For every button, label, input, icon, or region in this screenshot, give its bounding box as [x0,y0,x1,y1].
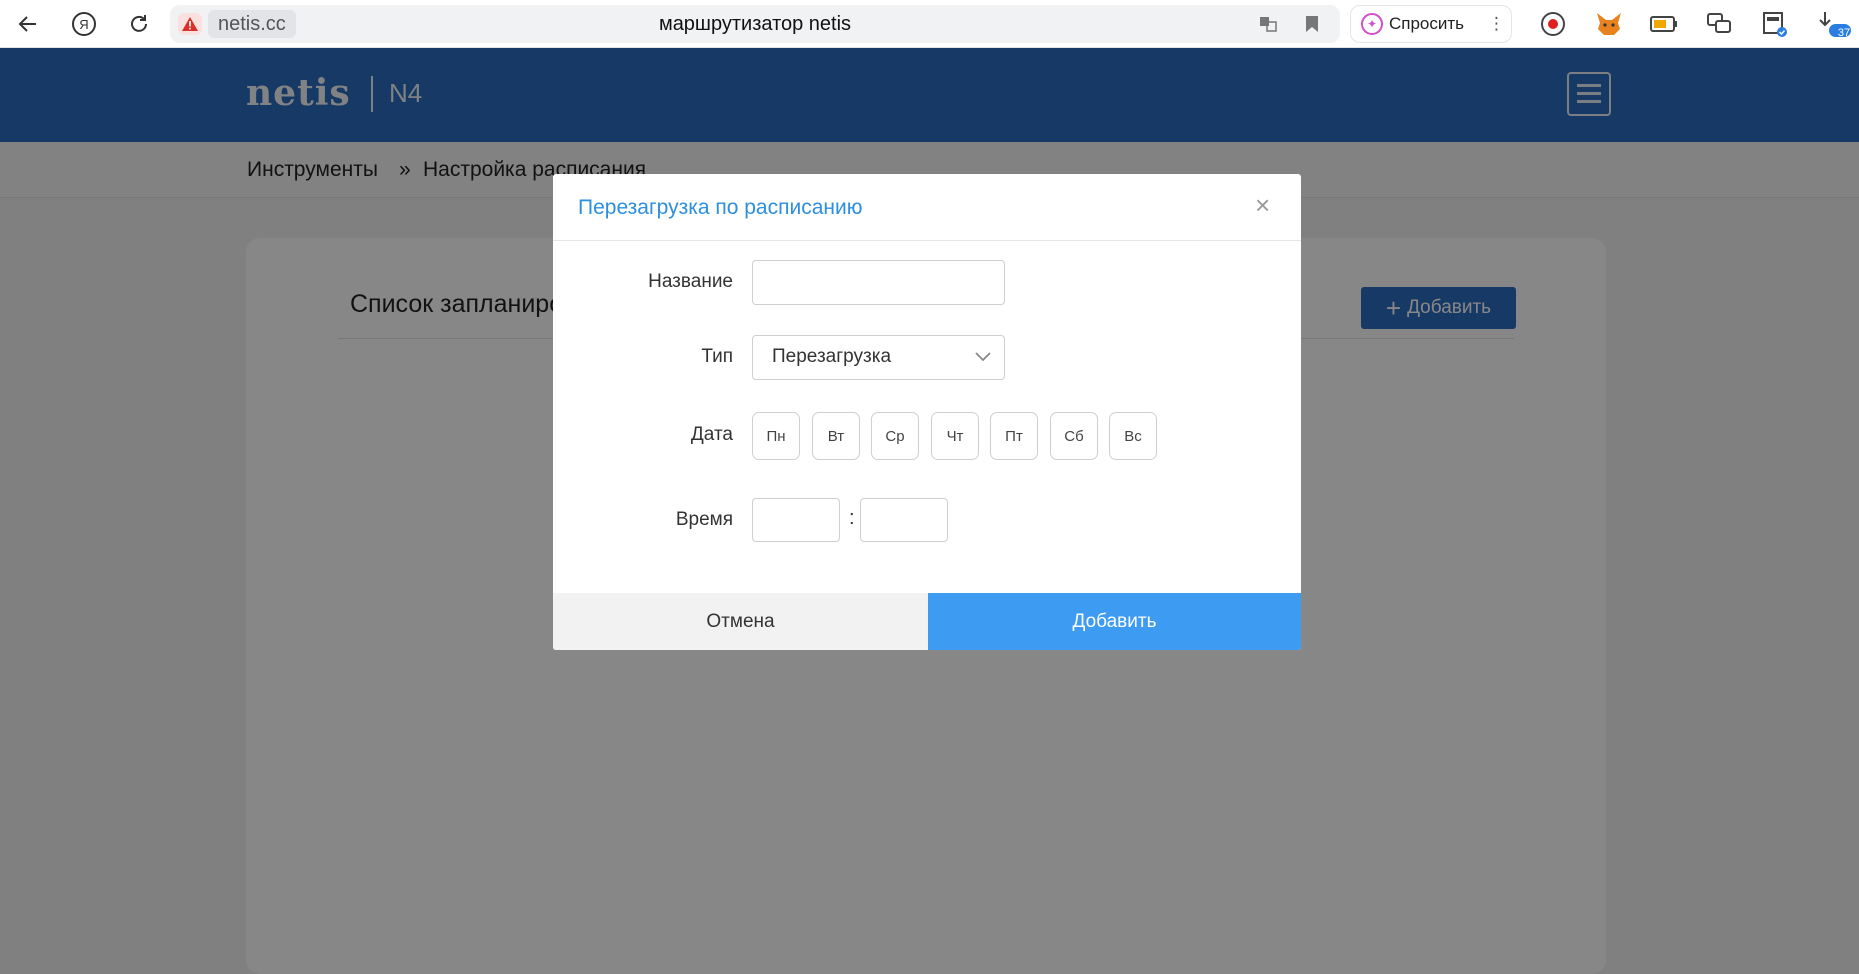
reload-icon[interactable] [123,8,155,40]
chevron-down-icon [975,352,991,362]
time-separator: : [849,507,855,529]
cancel-button[interactable]: Отмена [553,593,928,650]
browser-toolbar: Я netis.cc маршрутизатор netis ✦ Спросит… [0,0,1859,48]
address-bar[interactable]: netis.cc маршрутизатор netis [170,5,1340,43]
time-label: Время [675,509,733,530]
day-saturday[interactable]: Сб [1050,412,1098,460]
type-select[interactable]: Перезагрузка [752,335,1005,380]
day-tuesday[interactable]: Вт [812,412,860,460]
translate-icon[interactable] [1257,13,1279,35]
type-label: Тип [701,346,733,367]
yandex-icon[interactable]: Я [68,8,100,40]
day-monday[interactable]: Пн [752,412,800,460]
svg-text:Я: Я [79,17,88,32]
ai-sparkle-icon: ✦ [1361,13,1383,35]
name-label: Название [648,271,733,292]
name-input[interactable] [752,260,1005,305]
day-wednesday[interactable]: Ср [871,412,919,460]
battery-icon[interactable] [1649,9,1679,39]
ask-button[interactable]: ✦ Спросить ⋮ [1350,5,1512,43]
chat-bubbles-icon[interactable] [1704,9,1734,39]
ask-button-label: Спросить [1389,14,1465,33]
record-icon[interactable] [1538,9,1568,39]
minute-input[interactable] [860,498,948,542]
date-label: Дата [690,424,733,445]
downloads-icon[interactable]: 37 [1814,9,1854,39]
dialog-header-divider [553,240,1301,241]
fox-wallet-icon[interactable] [1594,9,1624,39]
screenshot-extension-icon[interactable] [1760,9,1790,39]
dialog-title: Перезагрузка по расписанию [578,196,863,219]
day-friday[interactable]: Пт [990,412,1038,460]
more-vertical-icon[interactable]: ⋮ [1488,14,1505,34]
bookmark-icon[interactable] [1301,13,1323,35]
type-select-value: Перезагрузка [772,346,892,367]
close-icon[interactable]: × [1255,190,1270,221]
downloads-badge: 37 [1837,27,1851,39]
back-icon[interactable] [12,8,44,40]
submit-add-button[interactable]: Добавить [928,593,1301,650]
hour-input[interactable] [752,498,840,542]
tab-page-title: маршрутизатор netis [658,13,852,35]
day-thursday[interactable]: Чт [931,412,979,460]
day-sunday[interactable]: Вс [1109,412,1157,460]
scheduled-reboot-dialog: Перезагрузка по расписанию × Название Ти… [553,174,1301,650]
